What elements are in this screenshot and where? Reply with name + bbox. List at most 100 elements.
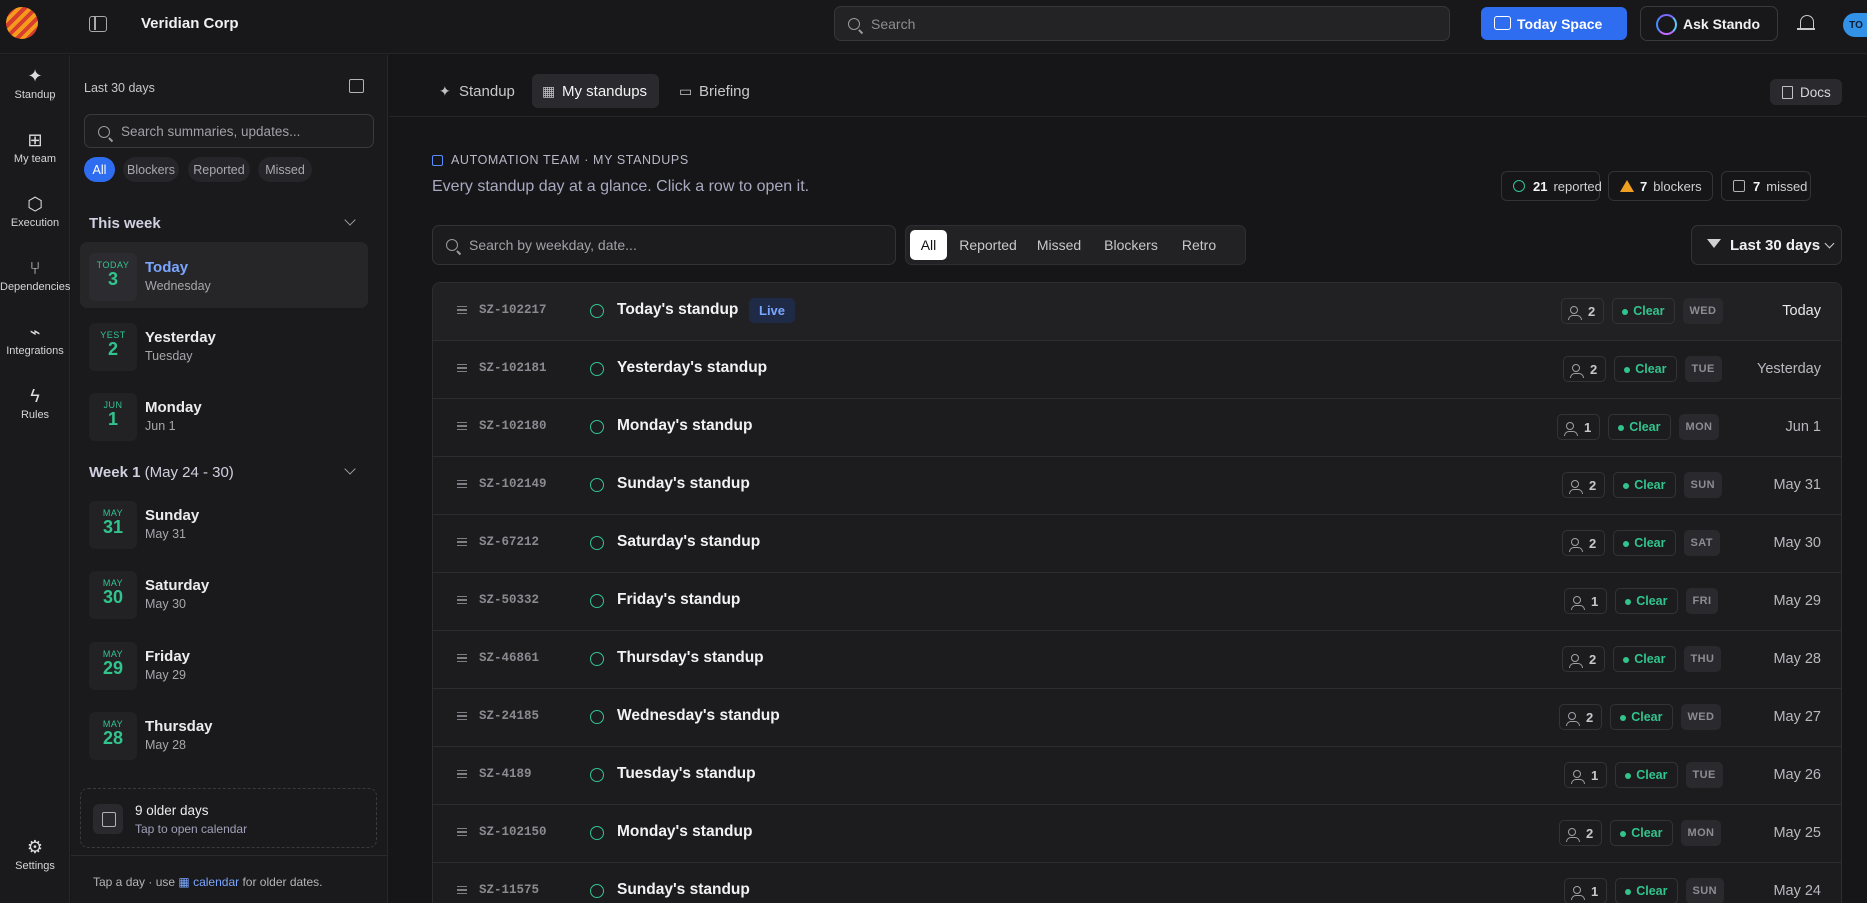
- rail-item-execution[interactable]: ⬡ Execution: [0, 195, 70, 229]
- participants-count: 2: [1559, 704, 1603, 730]
- calendar-link[interactable]: ▦ calendar: [178, 875, 239, 889]
- global-search-placeholder: Search: [871, 15, 916, 32]
- panel-range-label: Last 30 days: [84, 81, 155, 95]
- drag-handle-icon[interactable]: [457, 480, 467, 488]
- rail-item-integrations[interactable]: ⌁ Integrations: [0, 323, 70, 357]
- filter-missed[interactable]: Missed: [1028, 230, 1090, 260]
- stat-blockers[interactable]: 7 blockers: [1608, 171, 1713, 201]
- chip-blockers[interactable]: Blockers: [123, 157, 179, 182]
- table-row[interactable]: SZ-50332 Friday's standup 1 Clear FRI May 29: [433, 573, 1841, 631]
- group-week1-title[interactable]: Week 1 (May 24 - 30): [89, 464, 234, 481]
- rail-item-my-team[interactable]: ⊞ My team: [0, 131, 70, 165]
- tab-standup[interactable]: ✦ Standup: [429, 74, 527, 108]
- row-id: SZ-4189: [479, 767, 532, 781]
- drag-handle-icon[interactable]: [457, 828, 467, 836]
- sidebar-toggle-icon[interactable]: [89, 16, 107, 32]
- day-row-may-30[interactable]: MAY 30 Saturday May 30: [80, 560, 368, 626]
- day-badge-number: 2: [107, 339, 118, 359]
- row-id: SZ-24185: [479, 709, 540, 723]
- drag-handle-icon[interactable]: [457, 364, 467, 372]
- chat-icon: ▭: [679, 83, 693, 99]
- table-row[interactable]: SZ-102181 Yesterday's standup 2 Clear TUE Yes…: [433, 341, 1841, 399]
- row-id: SZ-102150: [479, 825, 547, 839]
- panel-search-input[interactable]: Search summaries, updates...: [84, 114, 374, 148]
- chevron-right-icon[interactable]: ›: [51, 93, 54, 104]
- drag-handle-icon[interactable]: [457, 770, 467, 778]
- table-row[interactable]: SZ-102217 Today's standup Live 2 Clear WED Tod…: [433, 283, 1841, 341]
- filter-retro[interactable]: Retro: [1172, 230, 1226, 260]
- table-row[interactable]: SZ-102180 Monday's standup 1 Clear MON Jun 1: [433, 399, 1841, 457]
- calendar-search-icon[interactable]: [349, 79, 364, 93]
- rail-item-dependencies[interactable]: ⑂ Dependencies: [0, 259, 70, 293]
- row-date: May 31: [1773, 477, 1821, 493]
- day-name: Today: [145, 259, 189, 276]
- sparkle-icon: ✦: [439, 83, 451, 99]
- participants-count-value: 1: [1584, 419, 1592, 435]
- global-search-input[interactable]: Search: [834, 6, 1450, 41]
- filter-reported[interactable]: Reported: [952, 230, 1024, 260]
- stat-missed[interactable]: 7 missed: [1721, 171, 1811, 201]
- footer-tip-prefix: Tap a day · use: [93, 875, 176, 889]
- table-row[interactable]: SZ-24185 Wednesday's standup 2 Clear WED May …: [433, 689, 1841, 747]
- docs-button[interactable]: Docs: [1770, 79, 1842, 105]
- participants-count: 2: [1561, 298, 1605, 324]
- drag-handle-icon[interactable]: [457, 654, 467, 662]
- nav-rail: ✦ Standup › ⊞ My team ⬡ Execution ⑂ Depe…: [0, 55, 70, 903]
- rail-item-rules[interactable]: ϟ Rules: [0, 387, 70, 421]
- row-id: SZ-11575: [479, 883, 540, 897]
- stat-label: missed: [1766, 178, 1808, 194]
- weekday-badge: THU: [1683, 646, 1722, 672]
- day-row-may-29[interactable]: MAY 29 Friday May 29: [80, 631, 368, 697]
- people-icon: [1571, 770, 1585, 784]
- bell-icon[interactable]: [1797, 15, 1815, 30]
- table-row[interactable]: SZ-67212 Saturday's standup 2 Clear SAT May 3…: [433, 515, 1841, 573]
- date-range-dropdown[interactable]: Last 30 days: [1691, 225, 1842, 265]
- group-this-week-title[interactable]: This week: [89, 215, 161, 232]
- row-meta: 2 Clear TUE: [1563, 356, 1722, 382]
- chip-missed[interactable]: Missed: [258, 157, 312, 182]
- chip-reported[interactable]: Reported: [188, 157, 250, 182]
- day-name: Thursday: [145, 718, 213, 735]
- avatar[interactable]: TO: [1843, 13, 1867, 37]
- day-row-today[interactable]: TODAY 3 Today Wednesday: [80, 242, 368, 308]
- row-meta: 2 Clear SUN: [1562, 472, 1722, 498]
- filter-all[interactable]: All: [910, 230, 947, 260]
- chevron-down-icon[interactable]: [344, 214, 356, 226]
- drag-handle-icon[interactable]: [457, 712, 467, 720]
- rail-item-standup[interactable]: ✦ Standup: [0, 67, 70, 101]
- stat-number: 7: [1753, 178, 1761, 194]
- people-icon: [1571, 596, 1585, 610]
- drag-handle-icon[interactable]: [457, 306, 467, 314]
- table-row[interactable]: SZ-102150 Monday's standup 2 Clear MON May 25: [433, 805, 1841, 863]
- table-row[interactable]: SZ-4189 Tuesday's standup 1 Clear TUE May 26: [433, 747, 1841, 805]
- older-days-button[interactable]: 9 older days Tap to open calendar: [80, 788, 377, 848]
- chevron-down-icon[interactable]: [344, 463, 356, 475]
- rail-item-settings[interactable]: ⚙ Settings: [0, 838, 70, 872]
- drag-handle-icon[interactable]: [457, 596, 467, 604]
- table-row[interactable]: SZ-11575 Sunday's standup 1 Clear SUN May 24: [433, 863, 1841, 903]
- chip-all[interactable]: All: [84, 157, 115, 182]
- filter-blockers[interactable]: Blockers: [1095, 230, 1167, 260]
- drag-handle-icon[interactable]: [457, 886, 467, 894]
- drag-handle-icon[interactable]: [457, 422, 467, 430]
- check-circle-icon: [590, 304, 604, 318]
- day-name: Friday: [145, 648, 191, 665]
- row-date: May 25: [1773, 825, 1821, 841]
- stat-reported[interactable]: 21 reported: [1501, 171, 1602, 201]
- standup-search-input[interactable]: Search by weekday, date...: [432, 225, 896, 265]
- tab-my-standups[interactable]: ▦ My standups: [532, 74, 660, 108]
- day-row-monday[interactable]: JUN 1 Monday Jun 1: [80, 382, 368, 448]
- drag-handle-icon[interactable]: [457, 538, 467, 546]
- ask-stando-button[interactable]: Ask Stando: [1640, 6, 1778, 41]
- day-row-may-31[interactable]: MAY 31 Sunday May 31: [80, 490, 368, 556]
- tab-briefing[interactable]: ▭ Briefing: [669, 74, 762, 108]
- table-row[interactable]: SZ-102149 Sunday's standup 2 Clear SUN May 31: [433, 457, 1841, 515]
- logo-icon[interactable]: [6, 7, 38, 39]
- org-name[interactable]: Veridian Corp: [141, 15, 239, 32]
- today-space-button[interactable]: Today Space: [1481, 7, 1627, 40]
- row-title: Monday's standup: [617, 823, 753, 840]
- table-row[interactable]: SZ-46861 Thursday's standup 2 Clear THU May 2…: [433, 631, 1841, 689]
- day-row-may-28[interactable]: MAY 28 Thursday May 28: [80, 701, 368, 767]
- row-id: SZ-102180: [479, 419, 547, 433]
- day-row-yesterday[interactable]: YEST 2 Yesterday Tuesday: [80, 312, 368, 378]
